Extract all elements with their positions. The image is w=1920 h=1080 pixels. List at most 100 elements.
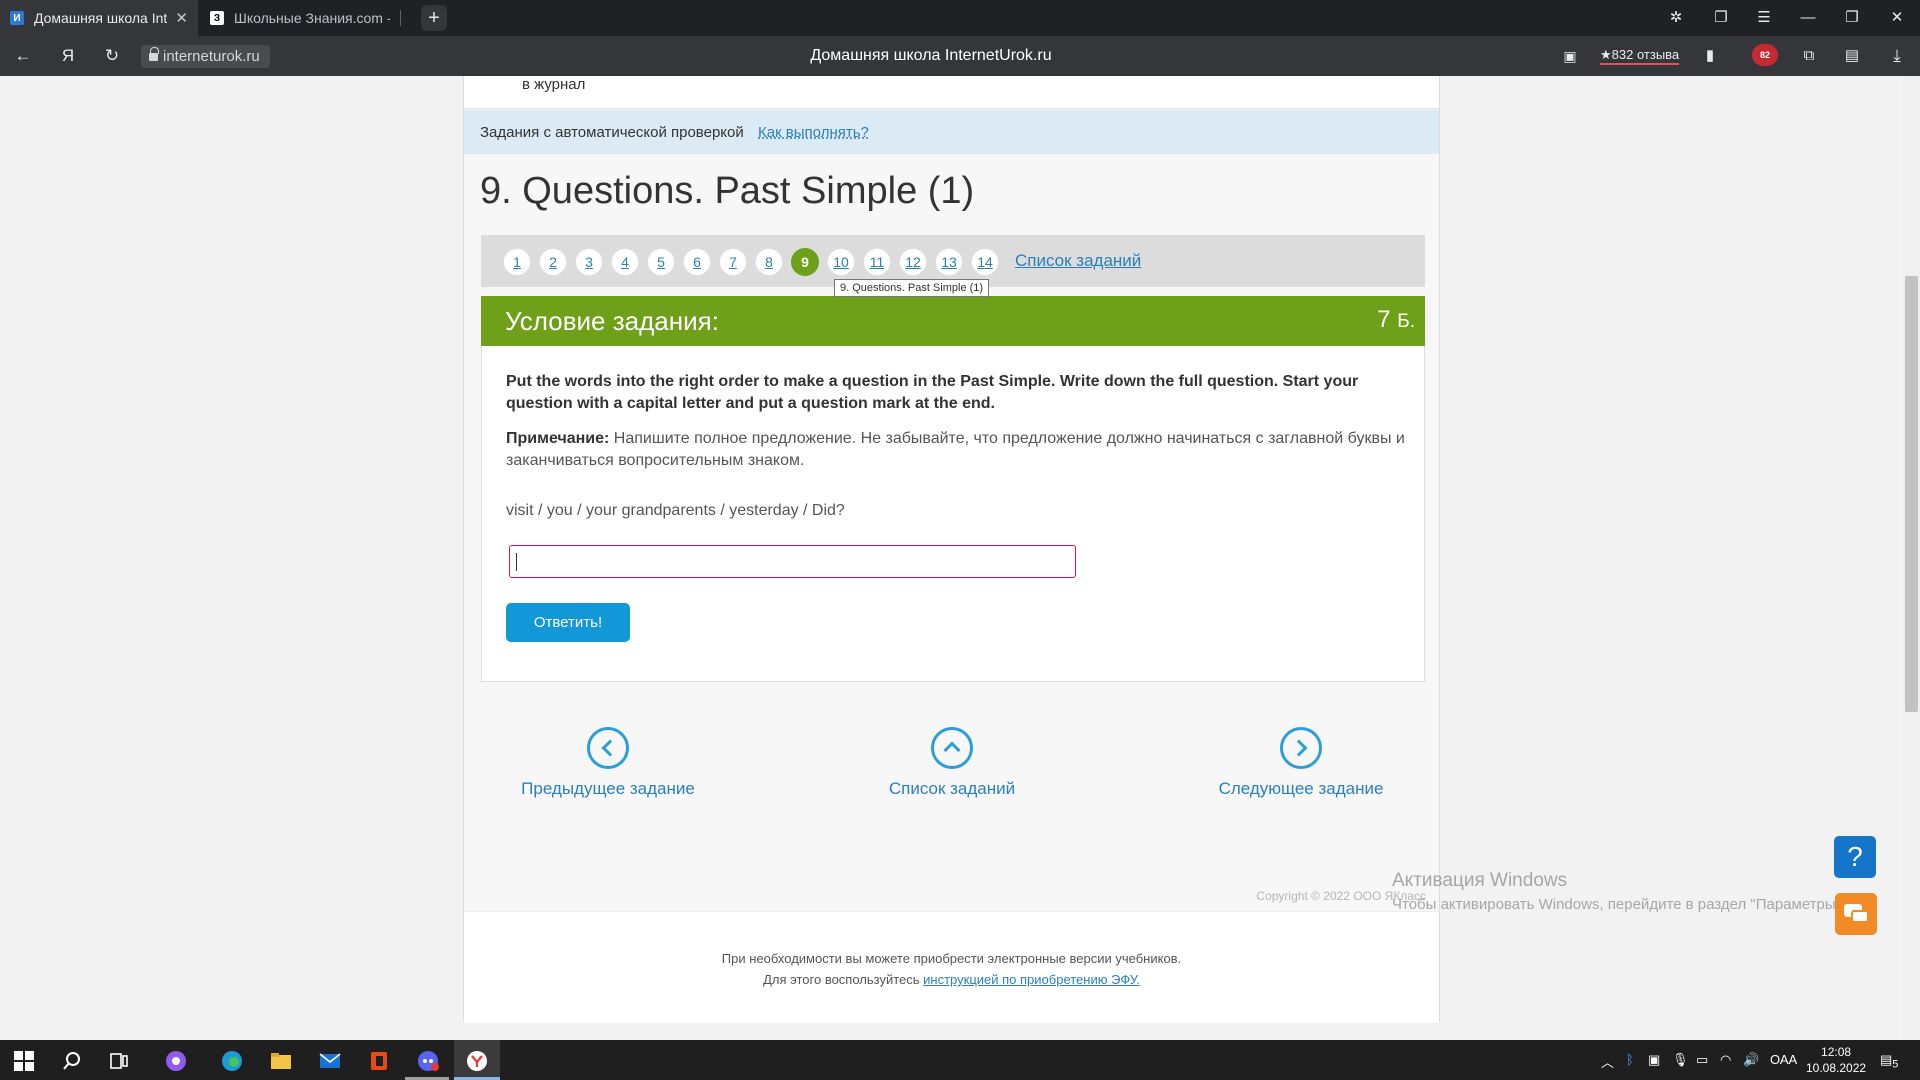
answer-input[interactable] — [509, 545, 1076, 578]
windows-activation-watermark: Активация Windows Чтобы активировать Win… — [1392, 870, 1841, 913]
window-title: Домашняя школа InternetUrok.ru — [810, 47, 1052, 64]
mail-icon[interactable] — [319, 1050, 341, 1072]
pager-item-3[interactable]: 3 — [575, 248, 603, 276]
note-text: Напишите полное предложение. Не забывайт… — [506, 430, 1405, 469]
new-tab-button[interactable]: + — [421, 5, 447, 31]
pager-item-5[interactable]: 5 — [647, 248, 675, 276]
task-instruction: Put the words into the right order to ma… — [506, 373, 1359, 412]
points-unit: Б. — [1397, 311, 1415, 332]
address-bar: ← Я ↻ interneturok.ru Домашняя школа Int… — [0, 36, 1920, 76]
tab-znania[interactable]: З Школьные Знания.com - — [200, 0, 400, 36]
collections-icon[interactable]: ❐ — [1710, 8, 1732, 28]
tab-title: Домашняя школа Inter — [34, 10, 168, 26]
next-task-link[interactable]: Следующее задание — [1191, 727, 1411, 799]
journal-row: в журнал — [464, 76, 1439, 109]
clock-date: 10.08.2022 — [1806, 1061, 1867, 1075]
pager-item-11[interactable]: 11 — [863, 248, 891, 276]
points-value: 7 — [1377, 306, 1391, 333]
help-button[interactable]: ? — [1834, 836, 1876, 878]
windows-start-icon[interactable] — [13, 1050, 35, 1072]
alice-icon[interactable] — [165, 1050, 187, 1072]
howto-link[interactable]: Как выполнять? — [758, 124, 869, 141]
interneturok-favicon-icon: И — [10, 11, 24, 25]
footer-line-2: Для этого воспользуйтесь инструкцией по … — [464, 972, 1439, 987]
office-icon[interactable] — [368, 1050, 390, 1072]
submit-answer-button[interactable]: Ответить! — [506, 603, 630, 642]
notifications-icon[interactable]: ▤5 — [1880, 1052, 1898, 1071]
scrollbar-thumb[interactable] — [1905, 276, 1918, 712]
pager-item-1[interactable]: 1 — [503, 248, 531, 276]
close-icon[interactable]: ✕ — [175, 9, 188, 27]
pager-item-6[interactable]: 6 — [683, 248, 711, 276]
meet-icon[interactable]: ▣ — [1648, 1052, 1660, 1068]
pager-item-9-active[interactable]: 9 — [791, 248, 819, 276]
bluetooth-icon[interactable]: ᛒ — [1626, 1052, 1634, 1067]
search-icon[interactable] — [61, 1050, 83, 1072]
tab-strip: И Домашняя школа Inter ✕ З Школьные Знан… — [0, 0, 1920, 36]
footer: При необходимости вы можете приобрести э… — [464, 911, 1439, 1023]
download-icon[interactable]: ⤓ — [1885, 46, 1909, 66]
chat-button[interactable] — [1835, 893, 1877, 935]
extension-icon[interactable]: ✲ — [1665, 8, 1687, 28]
protect-icon[interactable]: ▣ — [1558, 46, 1582, 66]
task-words: visit / you / your grandparents / yester… — [506, 502, 845, 519]
menu-icon[interactable]: ☰ — [1753, 8, 1775, 28]
restore-icon[interactable]: ❐ — [1841, 8, 1863, 28]
adblock-icon[interactable]: 82 — [1752, 44, 1778, 66]
clock-time: 12:08 — [1821, 1045, 1852, 1059]
minimize-icon[interactable]: — — [1797, 8, 1819, 28]
yandex-browser-icon[interactable] — [466, 1050, 488, 1072]
content-sheet: в журнал Задания с автоматической провер… — [463, 76, 1440, 1023]
task-pager: 1 2 3 4 5 6 7 8 9 10 11 12 13 14 Список … — [481, 235, 1425, 297]
autocheck-bar: Задания с автоматической проверкой Как в… — [464, 110, 1439, 154]
pager-item-14[interactable]: 14 — [971, 248, 999, 276]
battery-icon[interactable]: ▭ — [1696, 1052, 1708, 1068]
activation-title: Активация Windows — [1392, 870, 1568, 891]
task-heading: Условие задания: — [505, 306, 719, 336]
footer-line-1: При необходимости вы можете приобрести э… — [721, 951, 1182, 966]
task-view-icon[interactable] — [108, 1050, 130, 1072]
efu-instruction-link[interactable]: инструкцией по приобретению ЭФУ. — [923, 972, 1140, 987]
extensions-icon[interactable]: ⧉ — [1797, 46, 1821, 66]
language-indicator[interactable]: ОАА — [1770, 1052, 1797, 1067]
task-card: Условие задания: 7 Б. Put the words into… — [481, 296, 1425, 682]
task-list-label: Список заданий — [888, 779, 1016, 798]
tab-title: Школьные Знания.com - — [234, 10, 390, 26]
journal-text: в журнал — [522, 76, 586, 93]
note-label: Примечание: — [506, 430, 610, 447]
pager-item-4[interactable]: 4 — [611, 248, 639, 276]
chevron-left-icon — [587, 727, 629, 769]
task-points: 7 Б. — [1377, 306, 1415, 334]
edge-icon[interactable] — [221, 1050, 243, 1072]
znania-favicon-icon: З — [210, 11, 224, 25]
next-task-label: Следующее задание — [1218, 779, 1384, 798]
pager-item-10[interactable]: 10 — [827, 248, 855, 276]
bookmark-icon[interactable]: ▮ — [1698, 46, 1722, 66]
pager-item-8[interactable]: 8 — [755, 248, 783, 276]
prev-task-link[interactable]: Предыдущее задание — [508, 727, 708, 799]
pager-item-7[interactable]: 7 — [719, 248, 747, 276]
pager-item-12[interactable]: 12 — [899, 248, 927, 276]
task-list-link[interactable]: Список заданий — [1015, 251, 1141, 271]
windows-taskbar: ︿ ᛒ ▣ 🎙 ▭ ◠ 🔊 ОАА 12:08 10.08.2022 ▤5 — [0, 1040, 1920, 1080]
volume-icon[interactable]: 🔊 — [1743, 1052, 1759, 1068]
pager-item-2[interactable]: 2 — [539, 248, 567, 276]
microphone-icon[interactable]: 🎙 — [1672, 1052, 1689, 1068]
wifi-icon[interactable]: ◠ — [1720, 1052, 1731, 1068]
task-note: Примечание: Напишите полное предложение.… — [506, 428, 1406, 472]
pager-item-13[interactable]: 13 — [935, 248, 963, 276]
clock[interactable]: 12:08 10.08.2022 — [1806, 1044, 1866, 1076]
screenshot-icon[interactable]: ▤ — [1840, 46, 1864, 66]
discord-icon[interactable] — [417, 1050, 439, 1072]
task-list-bottom-link[interactable]: Список заданий — [852, 727, 1052, 799]
chevron-up-icon — [931, 727, 973, 769]
chevron-right-icon — [1280, 727, 1322, 769]
pager-tooltip: 9. Questions. Past Simple (1) — [834, 279, 990, 297]
tab-interneturok[interactable]: И Домашняя школа Inter ✕ — [0, 0, 198, 36]
prev-task-label: Предыдущее задание — [521, 779, 695, 798]
reviews-badge[interactable]: ★832 отзыва — [1600, 46, 1680, 65]
file-explorer-icon[interactable] — [270, 1050, 292, 1072]
page-title: 9. Questions. Past Simple (1) — [480, 170, 975, 212]
tray-overflow-icon[interactable]: ︿ — [1601, 1052, 1614, 1071]
close-window-icon[interactable]: ✕ — [1886, 8, 1908, 28]
